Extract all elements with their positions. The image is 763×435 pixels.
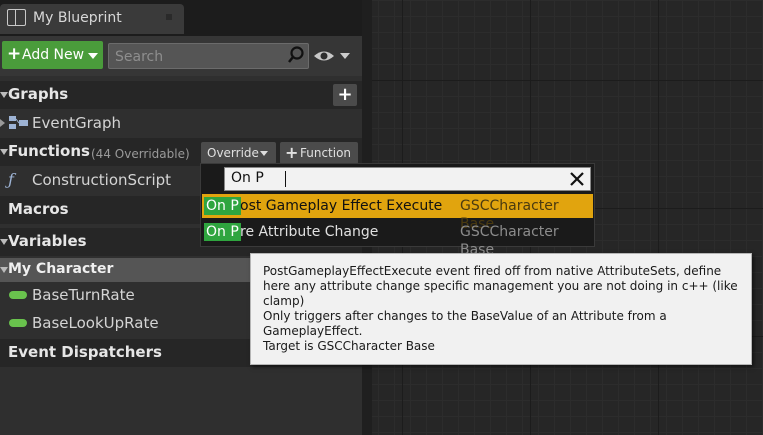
function-label: Function <box>300 146 352 160</box>
search-box[interactable] <box>108 43 309 69</box>
graph-item-eventgraph[interactable]: EventGraph <box>0 109 362 137</box>
chevron-down-icon <box>88 53 98 59</box>
result-on-pre-attribute-change[interactable]: On P re Attribute Change GSCCharacter Ba… <box>202 220 593 258</box>
view-options-chevron-icon[interactable] <box>340 53 350 59</box>
book-icon <box>7 9 26 26</box>
float-variable-icon <box>9 291 27 299</box>
event-graph-icon <box>9 116 28 129</box>
graphs-title: Graphs <box>8 85 69 103</box>
result-label: re Attribute Change <box>240 224 379 240</box>
variables-title: Variables <box>8 232 87 250</box>
float-variable-icon <box>9 319 27 327</box>
tab-strip: My Blueprint <box>0 0 362 36</box>
macros-title: Macros <box>8 200 69 218</box>
override-search-popup: On P On P ost Gameplay Effect Execute GS… <box>200 163 595 258</box>
eye-icon[interactable] <box>313 49 335 63</box>
baseturnrate-label: BaseTurnRate <box>32 286 135 304</box>
search-icon[interactable] <box>287 46 305 64</box>
close-tab-icon[interactable] <box>166 14 172 20</box>
plus-icon: + <box>7 44 22 64</box>
functions-title: Functions <box>8 142 90 160</box>
expand-arrow-icon <box>0 267 8 273</box>
eventgraph-label: EventGraph <box>32 114 121 132</box>
event-dispatchers-title: Event Dispatchers <box>8 343 162 361</box>
result-on-post-gameplay-effect-execute[interactable]: On P ost Gameplay Effect Execute GSCChar… <box>202 194 593 232</box>
overridable-count: (44 Overridable) <box>91 147 190 161</box>
add-new-label: Add New <box>22 47 85 63</box>
tab-my-blueprint[interactable]: My Blueprint <box>0 4 184 34</box>
category-label: My Character <box>8 261 114 277</box>
tooltip-note: Only triggers after changes to the BaseV… <box>263 309 667 338</box>
tooltip-description: PostGameplayEffectExecute event fired of… <box>263 264 738 308</box>
text-cursor <box>285 171 286 187</box>
expand-arrow-icon <box>0 149 8 155</box>
chevron-down-icon <box>260 151 268 156</box>
toolbar: + Add New <box>0 36 362 76</box>
search-input[interactable] <box>113 46 287 68</box>
add-function-button[interactable]: + Function <box>280 142 358 164</box>
graphs-section-header[interactable]: Graphs + <box>0 81 362 109</box>
match-highlight: On P <box>204 197 241 215</box>
function-icon: ƒ <box>8 170 14 189</box>
plus-icon: + <box>285 143 299 162</box>
add-new-button[interactable]: + Add New <box>2 41 103 69</box>
tooltip-target: Target is GSCCharacter Base <box>263 339 435 353</box>
popup-search-text: On P <box>231 170 264 186</box>
match-highlight: On P <box>204 223 241 241</box>
expand-arrow-icon <box>0 92 8 98</box>
baselookuprate-label: BaseLookUpRate <box>32 314 159 332</box>
popup-search-field[interactable]: On P <box>224 167 591 191</box>
result-label: ost Gameplay Effect Execute <box>240 198 443 214</box>
tab-title: My Blueprint <box>33 10 122 26</box>
tooltip: PostGameplayEffectExecute event fired of… <box>250 253 752 365</box>
clear-search-icon[interactable] <box>569 171 585 187</box>
add-graph-button[interactable]: + <box>333 84 357 106</box>
expand-arrow-icon <box>0 239 8 245</box>
constructionscript-label: ConstructionScript <box>32 171 172 189</box>
override-label: Override <box>207 146 259 160</box>
collapse-arrow-icon <box>0 119 5 127</box>
override-button[interactable]: Override <box>201 142 276 164</box>
